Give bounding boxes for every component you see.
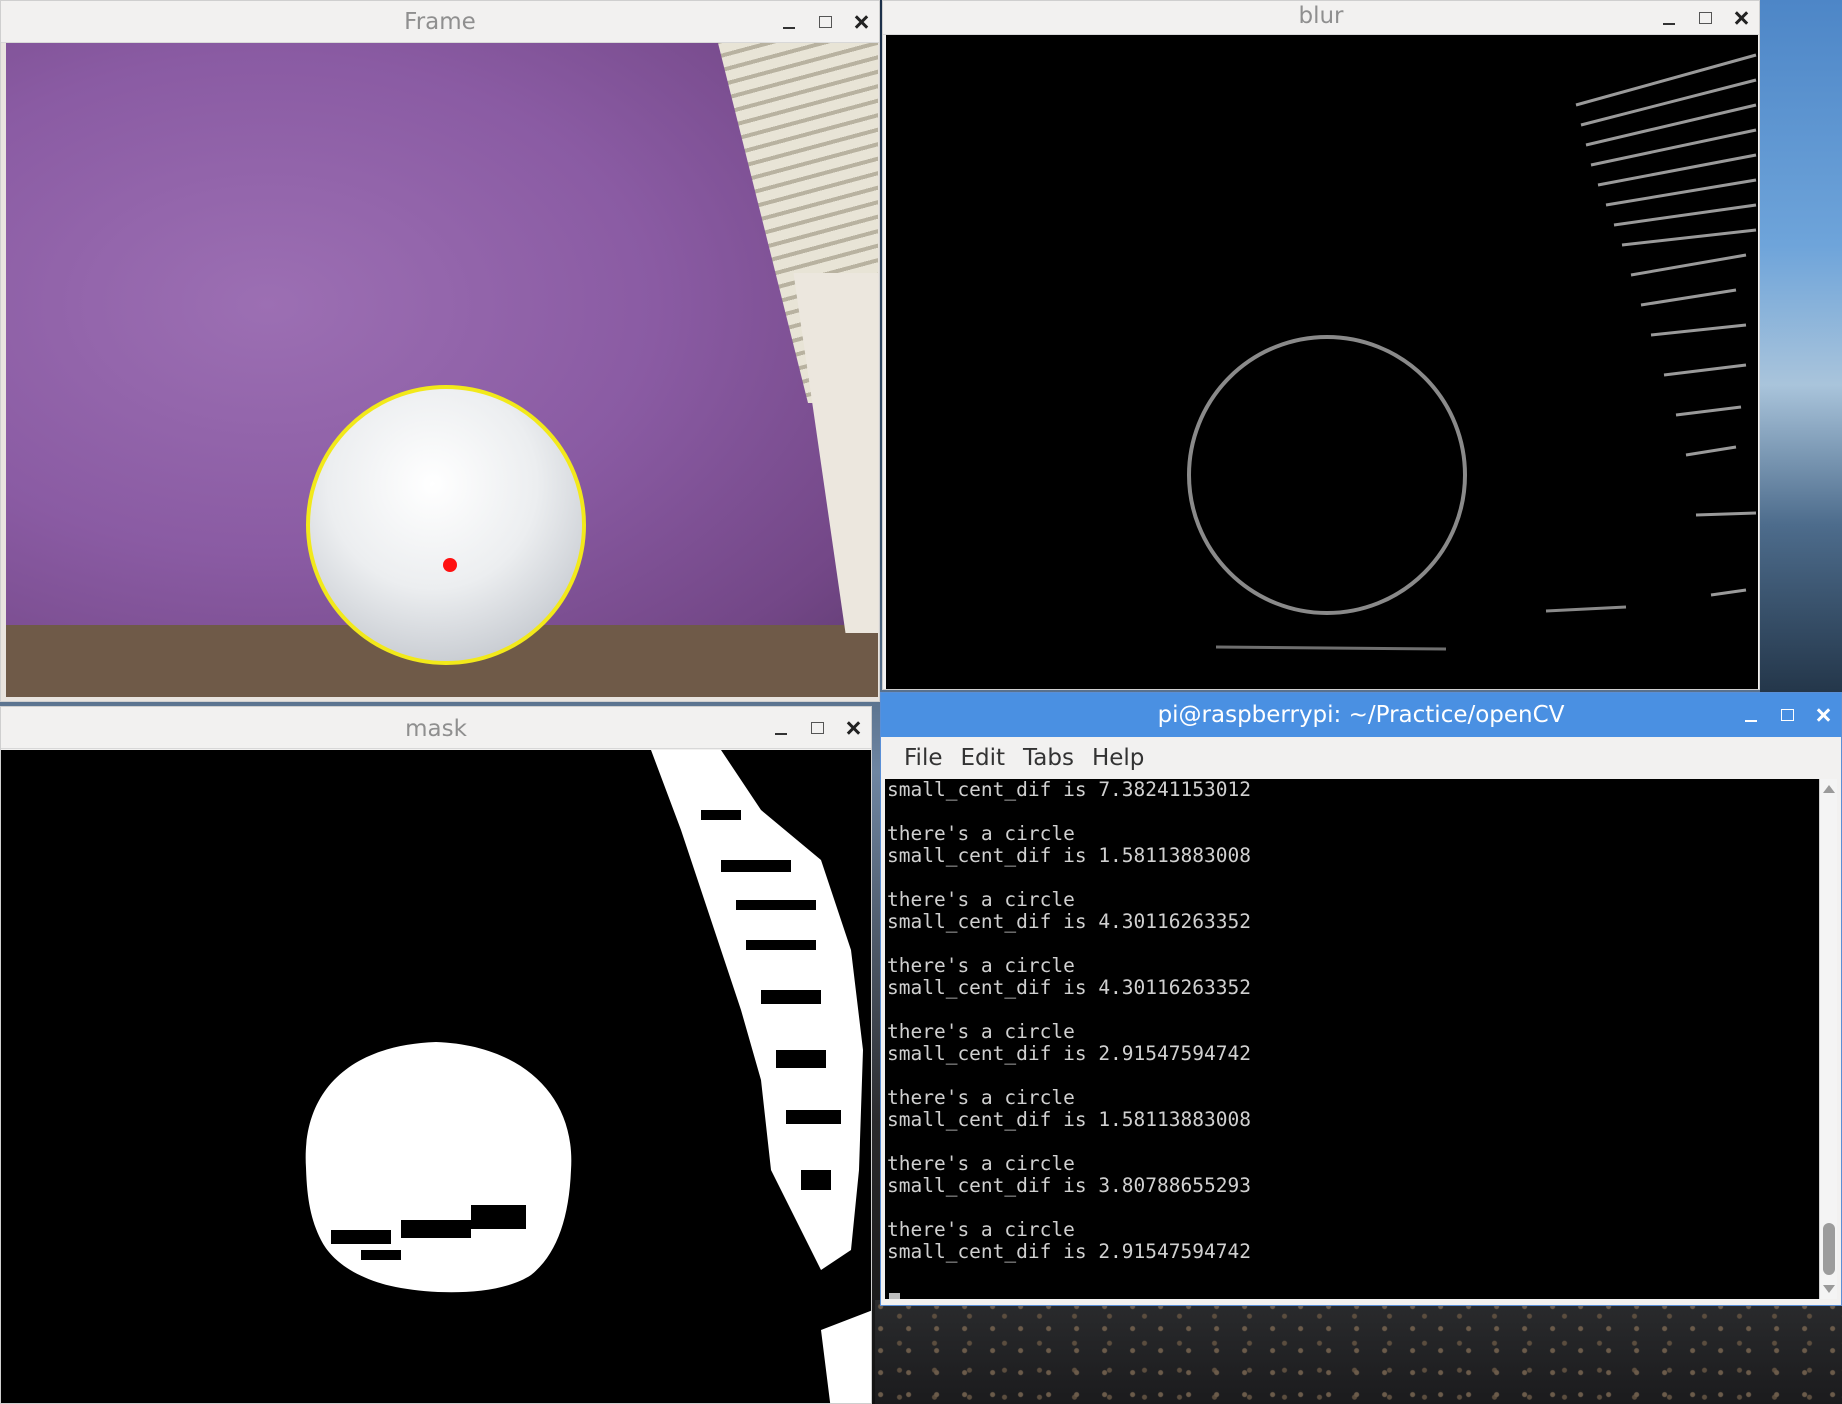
mask-hole [401, 1220, 471, 1238]
mask-hole [721, 860, 791, 872]
maximize-icon[interactable] [817, 14, 833, 30]
desktop-wallpaper-ground [875, 1300, 1842, 1404]
mask-hole [331, 1230, 391, 1244]
minimize-icon[interactable] [1661, 10, 1677, 26]
mask-hole [471, 1205, 526, 1229]
maximize-icon[interactable] [809, 720, 825, 736]
mask-hole [361, 1250, 401, 1260]
detected-golf-ball [306, 385, 586, 665]
close-icon[interactable] [845, 720, 861, 736]
terminal-line: there's a circle [887, 1086, 1075, 1109]
mask-hole [736, 900, 816, 910]
close-icon[interactable] [1733, 10, 1749, 26]
mask-hole [761, 990, 821, 1004]
mask-binary-image [1, 750, 871, 1403]
frame-window[interactable]: Frame [0, 0, 880, 702]
maximize-icon[interactable] [1779, 707, 1795, 723]
menu-help[interactable]: Help [1083, 745, 1153, 771]
menu-tabs[interactable]: Tabs [1014, 745, 1083, 771]
terminal-cursor [889, 1293, 900, 1299]
minimize-icon[interactable] [773, 720, 789, 736]
terminal-output[interactable]: small_cent_dif is 7.38241153012 there's … [885, 779, 1819, 1299]
edge-blinds [1575, 53, 1757, 597]
mask-hole [701, 810, 741, 820]
mask-hole [801, 1170, 831, 1190]
desktop-wallpaper-sky [1760, 0, 1842, 700]
mask-window[interactable]: mask [0, 706, 872, 1404]
terminal-line: small_cent_dif is 7.38241153012 [887, 779, 1251, 801]
terminal-window[interactable]: pi@raspberrypi: ~/Practice/openCV File E… [880, 692, 1842, 1306]
terminal-line: there's a circle [887, 822, 1075, 845]
terminal-line: there's a circle [887, 1218, 1075, 1241]
menu-edit[interactable]: Edit [952, 745, 1015, 771]
scrollbar-thumb[interactable] [1823, 1223, 1835, 1275]
window-title: mask [405, 716, 467, 742]
scroll-down-arrow-icon[interactable] [1823, 1285, 1835, 1293]
window-title: Frame [404, 9, 476, 35]
blur-window[interactable]: blur [882, 0, 1760, 690]
mask-hole [746, 940, 816, 950]
terminal-line: small_cent_dif is 2.91547594742 [887, 1042, 1251, 1065]
menu-file[interactable]: File [895, 745, 952, 771]
window-title: blur [1298, 3, 1344, 29]
edge-table-line [1215, 645, 1447, 651]
blur-edge-image [886, 35, 1758, 689]
terminal-line: small_cent_dif is 1.58113883008 [887, 844, 1251, 867]
close-icon[interactable] [1815, 707, 1831, 723]
scroll-up-arrow-icon[interactable] [1823, 785, 1835, 793]
circle-center-marker [443, 558, 457, 572]
window-title: pi@raspberrypi: ~/Practice/openCV [1157, 702, 1565, 728]
minimize-icon[interactable] [1743, 707, 1759, 723]
mask-ball-blob [305, 1042, 572, 1293]
terminal-line: small_cent_dif is 4.30116263352 [887, 910, 1251, 933]
camera-frame-image [6, 43, 878, 697]
terminal-line: there's a circle [887, 954, 1075, 977]
terminal-titlebar[interactable]: pi@raspberrypi: ~/Practice/openCV [881, 693, 1841, 737]
terminal-line: small_cent_dif is 3.80788655293 [887, 1174, 1251, 1197]
edge-circle [1187, 335, 1467, 615]
edge-line [1545, 605, 1627, 613]
terminal-line: there's a circle [887, 888, 1075, 911]
mask-hole [776, 1050, 826, 1068]
mask-corner-region [821, 1310, 871, 1403]
close-icon[interactable] [853, 14, 869, 30]
terminal-line: there's a circle [887, 1152, 1075, 1175]
terminal-menubar: File Edit Tabs Help [881, 737, 1841, 779]
mask-shapes [305, 750, 871, 1403]
mask-hole [786, 1110, 841, 1124]
terminal-line: there's a circle [887, 1020, 1075, 1043]
terminal-line: small_cent_dif is 4.30116263352 [887, 976, 1251, 999]
terminal-line: small_cent_dif is 1.58113883008 [887, 1108, 1251, 1131]
minimize-icon[interactable] [781, 14, 797, 30]
maximize-icon[interactable] [1697, 10, 1713, 26]
classroom-poster-image [793, 273, 878, 633]
frame-titlebar[interactable]: Frame [1, 1, 879, 43]
terminal-line: small_cent_dif is 2.91547594742 [887, 1240, 1251, 1263]
edge-map [1187, 53, 1757, 651]
mask-background-region [651, 750, 863, 1270]
mask-titlebar[interactable]: mask [1, 707, 871, 749]
terminal-scrollbar[interactable] [1819, 779, 1837, 1299]
blur-titlebar[interactable]: blur [883, 1, 1759, 35]
